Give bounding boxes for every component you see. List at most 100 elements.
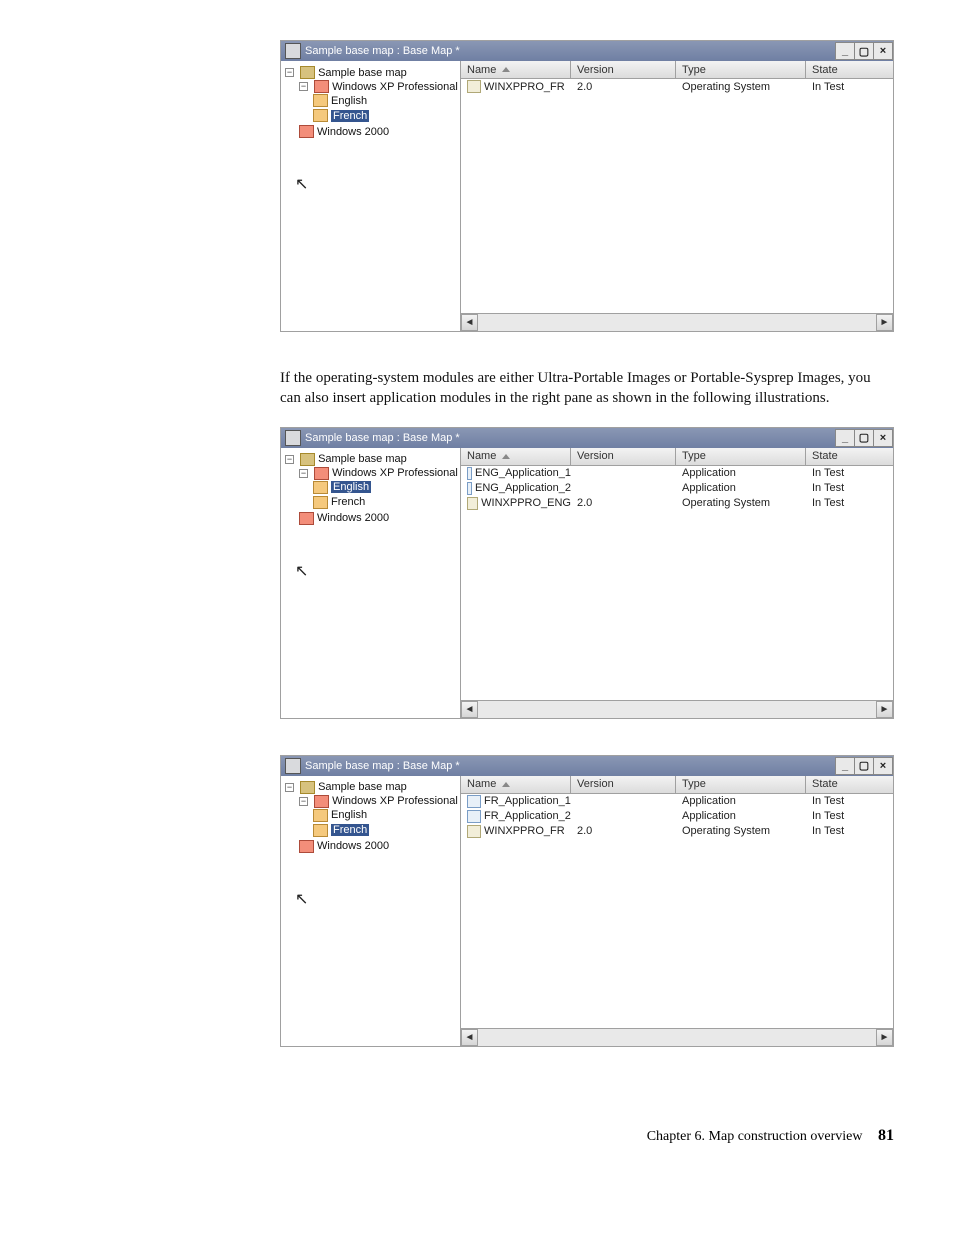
cell-type: Operating System xyxy=(676,825,806,837)
column-header-state[interactable]: State xyxy=(806,776,893,794)
column-header-name[interactable]: Name xyxy=(461,776,571,794)
titlebar-icon xyxy=(285,430,301,446)
cell-version: 2.0 xyxy=(571,825,676,837)
tree-label: English xyxy=(331,95,367,107)
column-header-version[interactable]: Version xyxy=(571,61,676,79)
page-number: 81 xyxy=(878,1127,894,1144)
tree-root[interactable]: Sample base map xyxy=(300,453,407,466)
leaf-icon xyxy=(313,94,328,107)
tree-label: Windows XP Professional xyxy=(332,467,458,479)
expand-toggle[interactable]: − xyxy=(299,797,308,806)
tree-root[interactable]: Sample base map xyxy=(300,66,407,79)
tree-label: Sample base map xyxy=(318,453,407,465)
column-header-version[interactable]: Version xyxy=(571,448,676,466)
minimize-button[interactable]: _ xyxy=(835,429,855,447)
column-header-name[interactable]: Name xyxy=(461,61,571,79)
tree-leaf-french[interactable]: French xyxy=(313,824,369,837)
tree-leaf-english[interactable]: English xyxy=(313,481,371,494)
column-header-name[interactable]: Name xyxy=(461,448,571,466)
os-icon xyxy=(314,80,329,93)
cell-name: ENG_Application_1 xyxy=(475,467,571,479)
list-pane: Name Version Type State WINXPPRO_FR2.0Op… xyxy=(461,61,893,331)
leaf-icon xyxy=(313,809,328,822)
tree-leaf-french[interactable]: French xyxy=(313,496,365,509)
screenshot-window-1: Sample base map : Base Map * _ ▢ × − xyxy=(280,40,894,332)
screenshot-window-3: Sample base map : Base Map * _ ▢ × − xyxy=(280,755,894,1047)
os-icon xyxy=(314,795,329,808)
window-title: Sample base map : Base Map * xyxy=(305,432,460,444)
expand-toggle[interactable]: − xyxy=(299,82,308,91)
tree-os-node[interactable]: Windows 2000 xyxy=(299,125,389,138)
minimize-button[interactable]: _ xyxy=(835,42,855,60)
tree-os-node[interactable]: Windows XP Professional xyxy=(314,795,458,808)
tree-label-selected: English xyxy=(331,481,371,493)
titlebar[interactable]: Sample base map : Base Map * _ ▢ × xyxy=(281,756,893,776)
tree-label: Windows 2000 xyxy=(317,840,389,852)
expand-toggle[interactable]: − xyxy=(285,68,294,77)
tree-leaf-english[interactable]: English xyxy=(313,809,367,822)
titlebar[interactable]: Sample base map : Base Map * _ ▢ × xyxy=(281,428,893,448)
os-icon xyxy=(467,497,478,510)
close-button[interactable]: × xyxy=(874,429,893,447)
table-row[interactable]: WINXPPRO_ENG2.0Operating SystemIn Test xyxy=(461,496,893,511)
close-button[interactable]: × xyxy=(874,757,893,775)
horizontal-scrollbar[interactable]: ◄ ► xyxy=(461,1028,893,1046)
leaf-icon xyxy=(313,109,328,122)
cell-name: FR_Application_1 xyxy=(484,795,571,807)
horizontal-scrollbar[interactable]: ◄ ► xyxy=(461,313,893,331)
tree-root[interactable]: Sample base map xyxy=(300,781,407,794)
application-icon xyxy=(467,482,472,495)
column-header-type[interactable]: Type xyxy=(676,776,806,794)
minimize-button[interactable]: _ xyxy=(835,757,855,775)
tree-leaf-english[interactable]: English xyxy=(313,94,367,107)
column-header-state[interactable]: State xyxy=(806,448,893,466)
scroll-right-icon[interactable]: ► xyxy=(876,701,893,718)
tree-leaf-french[interactable]: French xyxy=(313,109,369,122)
table-row[interactable]: WINXPPRO_FR2.0Operating SystemIn Test xyxy=(461,79,893,94)
tree-pane[interactable]: − Sample base map − xyxy=(281,776,461,1046)
screenshot-window-2: Sample base map : Base Map * _ ▢ × − xyxy=(280,427,894,719)
maximize-button[interactable]: ▢ xyxy=(855,42,874,60)
scroll-left-icon[interactable]: ◄ xyxy=(461,314,478,331)
table-row[interactable]: ENG_Application_1ApplicationIn Test xyxy=(461,466,893,481)
tree-pane[interactable]: − Sample base map − xyxy=(281,448,461,718)
table-row[interactable]: WINXPPRO_FR2.0Operating SystemIn Test xyxy=(461,824,893,839)
scroll-right-icon[interactable]: ► xyxy=(876,314,893,331)
tree-os-node[interactable]: Windows XP Professional xyxy=(314,80,458,93)
list-pane: Name Version Type State ENG_Application_… xyxy=(461,448,893,718)
tree-pane[interactable]: − Sample base map − xyxy=(281,61,461,331)
cell-state: In Test xyxy=(806,497,893,509)
column-header-type[interactable]: Type xyxy=(676,448,806,466)
leaf-icon xyxy=(313,824,328,837)
tree-os-node[interactable]: Windows XP Professional xyxy=(314,467,458,480)
os-icon xyxy=(299,125,314,138)
horizontal-scrollbar[interactable]: ◄ ► xyxy=(461,700,893,718)
maximize-button[interactable]: ▢ xyxy=(855,757,874,775)
scroll-left-icon[interactable]: ◄ xyxy=(461,1029,478,1046)
close-button[interactable]: × xyxy=(874,42,893,60)
tree-os-node[interactable]: Windows 2000 xyxy=(299,840,389,853)
maximize-button[interactable]: ▢ xyxy=(855,429,874,447)
table-row[interactable]: ENG_Application_2ApplicationIn Test xyxy=(461,481,893,496)
cursor-icon: ↖ xyxy=(295,561,308,581)
cell-name: FR_Application_2 xyxy=(484,810,571,822)
table-row[interactable]: FR_Application_2ApplicationIn Test xyxy=(461,809,893,824)
titlebar[interactable]: Sample base map : Base Map * _ ▢ × xyxy=(281,41,893,61)
tree-label-selected: French xyxy=(331,824,369,836)
tree-os-node[interactable]: Windows 2000 xyxy=(299,512,389,525)
scroll-left-icon[interactable]: ◄ xyxy=(461,701,478,718)
column-header-state[interactable]: State xyxy=(806,61,893,79)
cell-name: ENG_Application_2 xyxy=(475,482,571,494)
table-row[interactable]: FR_Application_1ApplicationIn Test xyxy=(461,794,893,809)
column-header-version[interactable]: Version xyxy=(571,776,676,794)
cell-version: 2.0 xyxy=(571,81,676,93)
expand-toggle[interactable]: − xyxy=(285,455,294,464)
expand-toggle[interactable]: − xyxy=(299,469,308,478)
window-title: Sample base map : Base Map * xyxy=(305,760,460,772)
cell-type: Application xyxy=(676,810,806,822)
cell-state: In Test xyxy=(806,795,893,807)
column-header-type[interactable]: Type xyxy=(676,61,806,79)
expand-toggle[interactable]: − xyxy=(285,783,294,792)
scroll-right-icon[interactable]: ► xyxy=(876,1029,893,1046)
cell-type: Operating System xyxy=(676,81,806,93)
